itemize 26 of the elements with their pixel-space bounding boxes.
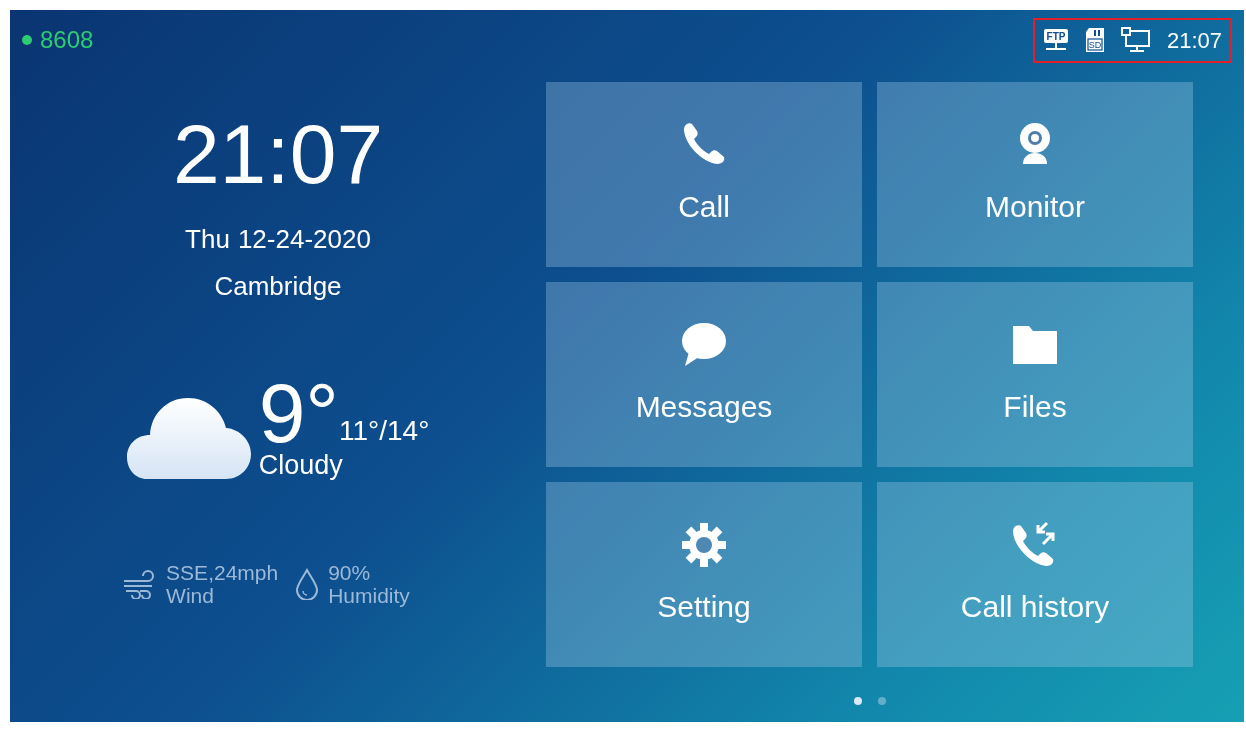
temperature: 9° <box>258 376 339 452</box>
weather-detail-label: Wind <box>166 583 214 607</box>
date-label: 12-24-2020 <box>237 223 371 256</box>
day-label: Thu <box>185 223 230 256</box>
app-tile[interactable]: Call history <box>877 482 1193 667</box>
page-dot[interactable] <box>853 697 862 705</box>
page-dot[interactable] <box>877 697 886 705</box>
network-monitor-icon <box>1120 27 1151 53</box>
app-tile[interactable]: Files <box>877 282 1193 467</box>
temperature-range: 11°/14° <box>338 413 430 448</box>
weather-detail-value: SSE,24mph <box>166 560 279 584</box>
app-tile[interactable]: Messages <box>546 282 862 467</box>
app-tile[interactable]: Monitor <box>877 82 1193 267</box>
city-label: Cambridge <box>214 270 342 303</box>
clock-time: 21:07 <box>172 112 384 196</box>
cloud-icon <box>126 396 251 479</box>
water-drop-icon <box>294 567 321 600</box>
weather-condition: Cloudy <box>258 451 344 479</box>
weather-detail-label: Humidity <box>328 583 410 607</box>
sd-card-icon: SD <box>1084 27 1105 53</box>
app-tile[interactable]: Setting <box>546 482 862 667</box>
app-tile[interactable]: Call <box>546 82 862 267</box>
weather-detail-value: 90% <box>328 560 372 584</box>
status-time: 21:07 <box>1166 26 1222 55</box>
gear-icon <box>679 520 729 570</box>
account-number: 8608 <box>40 25 94 55</box>
